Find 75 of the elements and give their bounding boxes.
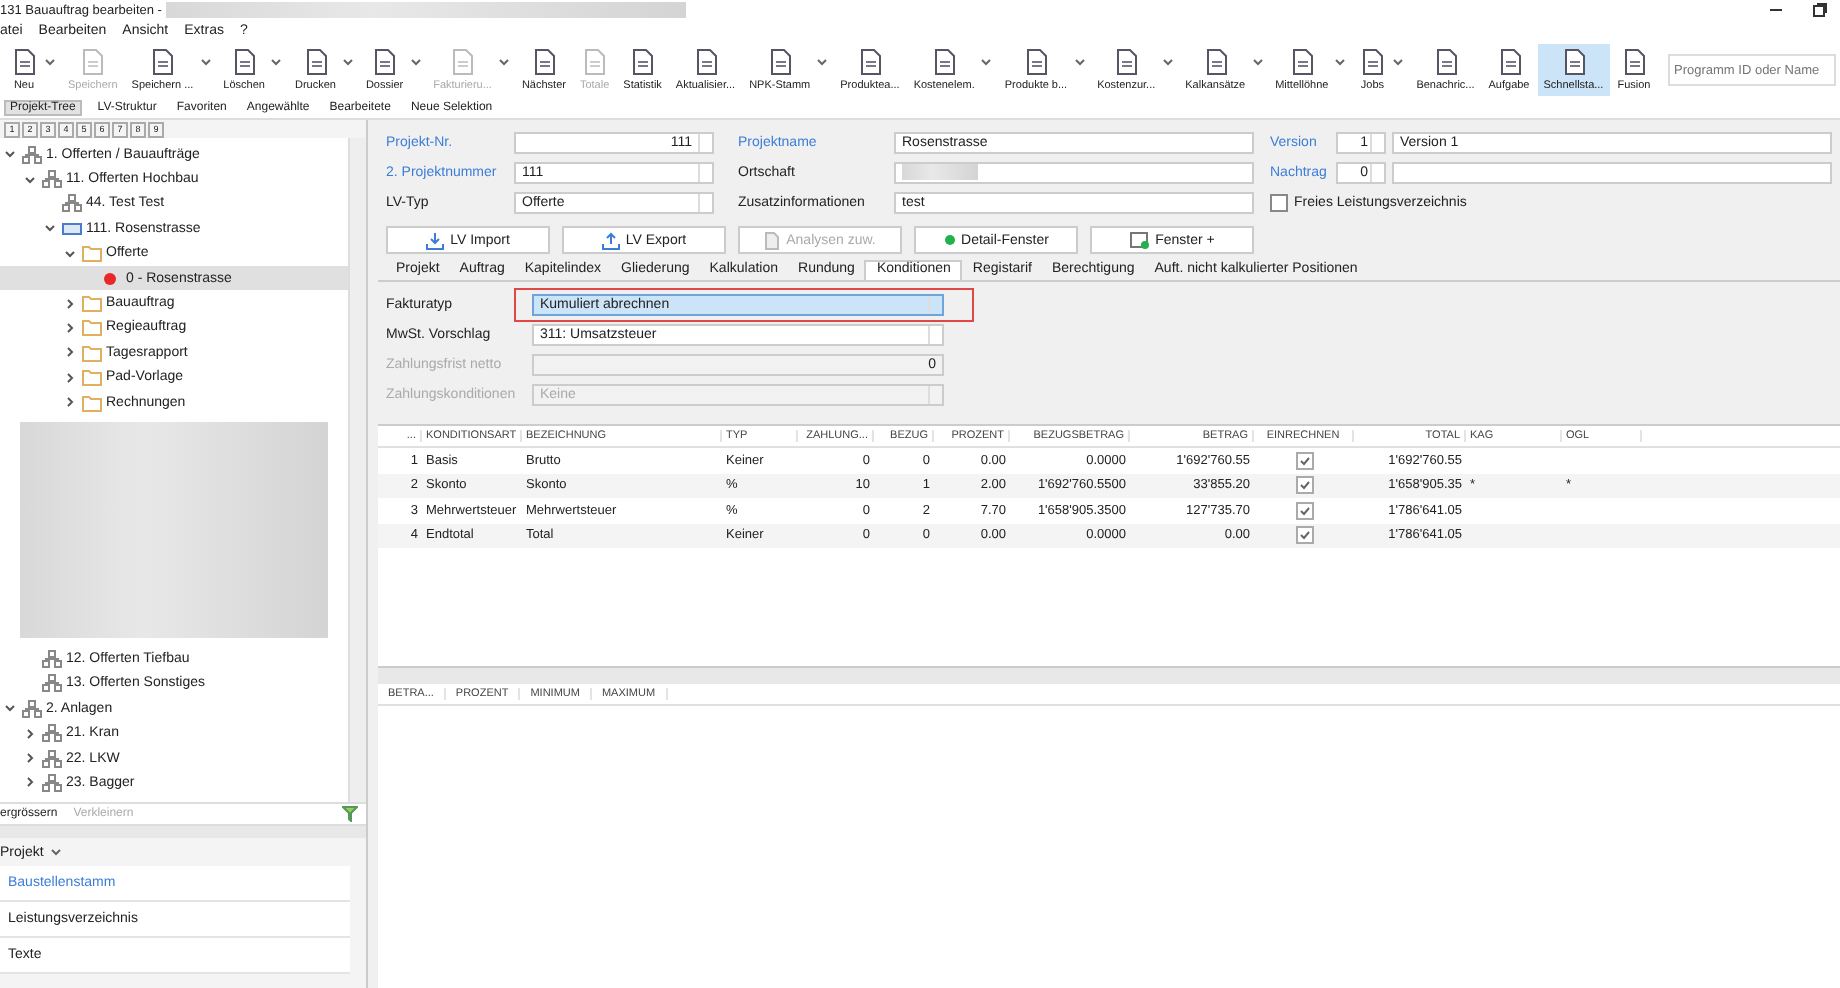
hierarchy-icon [42, 649, 62, 668]
document-icon [1358, 48, 1387, 76]
document-icon [1559, 48, 1588, 76]
chevron-right-icon[interactable] [64, 396, 76, 409]
document-icon [301, 48, 330, 76]
chevron-right-icon[interactable] [64, 297, 76, 310]
hierarchy-icon [22, 145, 42, 164]
caret-icon[interactable] [409, 58, 422, 68]
checkbox[interactable] [1295, 476, 1313, 495]
restore-icon[interactable] [1812, 2, 1828, 18]
document-icon [448, 48, 477, 76]
document-icon [1495, 48, 1523, 76]
chevron-right-icon[interactable] [64, 346, 76, 359]
document-icon [691, 48, 720, 76]
document-icon [765, 48, 794, 76]
hierarchy-icon [62, 194, 82, 213]
dot-icon [943, 234, 956, 246]
caret-icon [49, 847, 62, 857]
document-icon [10, 48, 38, 76]
caret-icon[interactable] [816, 58, 829, 68]
scrollbar[interactable] [348, 138, 366, 802]
caret-icon[interactable] [1251, 58, 1264, 68]
checkbox[interactable] [1295, 451, 1313, 470]
project-icon [62, 219, 82, 238]
caret-icon[interactable] [1073, 58, 1086, 68]
checkbox[interactable] [1270, 193, 1288, 211]
hierarchy-icon [42, 170, 62, 189]
chevron-right-icon[interactable] [24, 752, 36, 765]
hierarchy-icon [42, 749, 62, 768]
document-icon [628, 48, 657, 76]
chevron-down-icon[interactable] [4, 702, 16, 715]
caret-icon[interactable] [44, 58, 56, 68]
document-icon [1021, 48, 1050, 76]
hierarchy-icon [22, 699, 42, 718]
caret-icon[interactable] [270, 58, 283, 68]
chevron-right-icon[interactable] [24, 776, 36, 789]
document-icon [148, 48, 177, 76]
document-icon [78, 48, 107, 76]
splitter-handle[interactable] [0, 824, 366, 838]
splitter-handle[interactable] [378, 666, 1840, 684]
text-field[interactable] [1392, 161, 1832, 183]
caret-icon[interactable] [1334, 58, 1347, 68]
hierarchy-icon [42, 724, 62, 743]
document-icon [1619, 48, 1648, 76]
checkbox[interactable] [1295, 501, 1313, 520]
chevron-down-icon[interactable] [24, 173, 36, 186]
chevron-right-icon[interactable] [64, 321, 76, 334]
text-field[interactable] [894, 161, 1254, 183]
document-icon [529, 48, 558, 76]
document-icon [1112, 48, 1141, 76]
hierarchy-icon [42, 674, 62, 693]
caret-icon[interactable] [341, 58, 354, 68]
document-icon [230, 48, 259, 76]
document-icon [764, 231, 781, 249]
document-icon [1431, 48, 1460, 76]
chevron-down-icon[interactable] [4, 148, 16, 161]
chevron-down-icon[interactable] [64, 247, 76, 260]
window-plus-icon [1129, 231, 1150, 249]
document-icon [1201, 48, 1230, 76]
checkbox[interactable] [1295, 526, 1313, 545]
chevron-right-icon[interactable] [64, 371, 76, 384]
document-icon [930, 48, 959, 76]
document-icon [1287, 48, 1316, 76]
download-icon [426, 231, 445, 249]
hierarchy-icon [42, 773, 62, 792]
chevron-right-icon[interactable] [24, 727, 36, 740]
upload-icon [601, 231, 620, 249]
caret-icon[interactable] [199, 58, 212, 68]
caret-icon[interactable] [980, 58, 993, 68]
caret-icon[interactable] [1161, 58, 1174, 68]
document-icon [855, 48, 884, 76]
document-icon [580, 48, 609, 76]
caret-icon[interactable] [1392, 58, 1405, 68]
chevron-down-icon[interactable] [44, 222, 56, 235]
document-icon [370, 48, 399, 76]
